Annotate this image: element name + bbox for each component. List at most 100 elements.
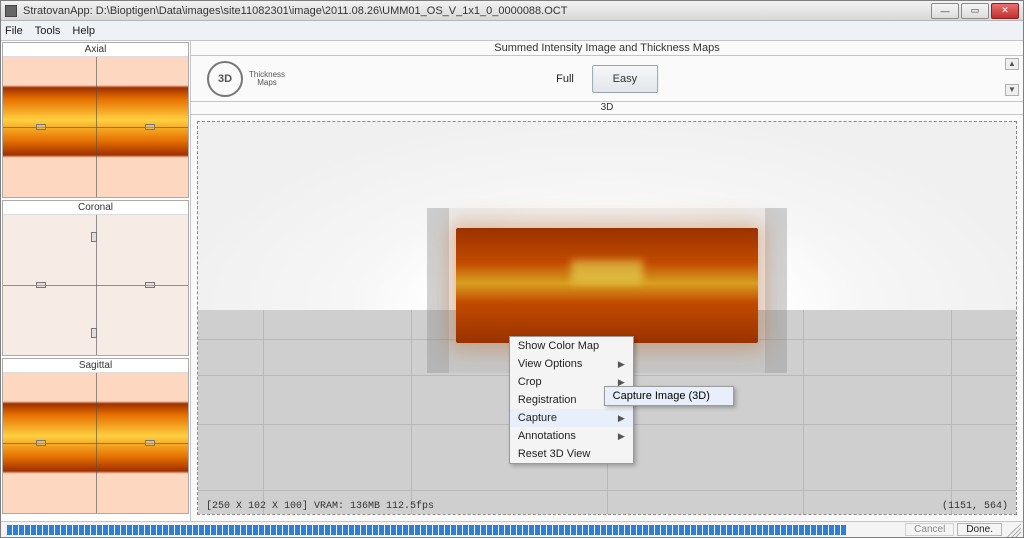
progress-tick [55,525,60,535]
full-label: Full [556,73,574,85]
progress-tick [175,525,180,535]
menu-help[interactable]: Help [72,25,95,37]
axial-view-block: Axial [2,42,189,198]
marker[interactable] [145,124,155,130]
app-window: StratovanApp: D:\Bioptigen\Data\images\s… [0,0,1024,538]
progress-tick [787,525,792,535]
progress-tick [199,525,204,535]
toolbar-center: Full Easy [556,65,658,93]
progress-tick [205,525,210,535]
progress-tick [79,525,84,535]
crosshair-v [96,373,97,513]
progress-tick [73,525,78,535]
progress-tick [679,525,684,535]
progress-tick [427,525,432,535]
progress-tick [589,525,594,535]
maximize-button[interactable]: ▭ [961,3,989,19]
progress-tick [139,525,144,535]
progress-tick [391,525,396,535]
volume-face-right [765,208,787,373]
progress-tick [115,525,120,535]
axial-image[interactable] [3,57,188,197]
progress-tick [181,525,186,535]
chevron-right-icon: ▶ [618,431,625,442]
marker[interactable] [36,124,46,130]
ctx-reset-3d-view[interactable]: Reset 3D View [510,445,633,463]
scroll-up-icon[interactable]: ▲ [1005,58,1019,70]
progress-tick [649,525,654,535]
marker[interactable] [91,328,97,338]
coronal-image[interactable] [3,215,188,355]
progress-tick [769,525,774,535]
titlebar: StratovanApp: D:\Bioptigen\Data\images\s… [1,1,1023,21]
progress-tick [835,525,840,535]
left-panel: Axial Coronal [1,41,191,521]
ctx-item-label: Show Color Map [518,340,599,352]
easy-button[interactable]: Easy [592,65,658,93]
progress-tick [355,525,360,535]
progress-tick [379,525,384,535]
progress-tick [505,525,510,535]
menu-tools[interactable]: Tools [35,25,61,37]
progress-tick [349,525,354,535]
sagittal-title: Sagittal [3,359,188,373]
ctx-item-label: Registration [518,394,577,406]
ctx-item-label: Capture [518,412,557,424]
progress-tick [565,525,570,535]
close-button[interactable]: ✕ [991,3,1019,19]
progress-tick [487,525,492,535]
progress-tick [475,525,480,535]
cancel-button[interactable]: Cancel [905,523,954,536]
window-title: StratovanApp: D:\Bioptigen\Data\images\s… [23,5,929,17]
progress-tick [319,525,324,535]
tool-3d-button[interactable]: 3D [207,61,243,97]
ctx-capture-image-3d[interactable]: Capture Image (3D) [605,387,733,405]
marker[interactable] [145,282,155,288]
progress-tick [781,525,786,535]
marker[interactable] [145,440,155,446]
resize-grip-icon[interactable] [1007,523,1021,537]
menubar: File Tools Help [1,21,1023,41]
progress-tick [481,525,486,535]
progress-tick [193,525,198,535]
progress-tick [187,525,192,535]
progress-tick [763,525,768,535]
coronal-view-block: Coronal [2,200,189,356]
progress-tick [373,525,378,535]
ctx-show-color-map[interactable]: Show Color Map [510,337,633,355]
ctx-view-options[interactable]: View Options ▶ [510,355,633,373]
marker[interactable] [36,282,46,288]
progress-tick [691,525,696,535]
menu-file[interactable]: File [5,25,23,37]
progress-tick [265,525,270,535]
ctx-capture[interactable]: Capture ▶ [510,409,633,427]
progress-tick [361,525,366,535]
marker[interactable] [91,232,97,242]
sub-title-3d: 3D [191,102,1023,115]
crosshair-v [96,57,97,197]
progress-tick [721,525,726,535]
progress-tick [523,525,528,535]
progress-tick [775,525,780,535]
progress-tick [271,525,276,535]
tool-thickness-button[interactable]: Thickness Maps [249,71,285,87]
progress-tick [37,525,42,535]
sagittal-image[interactable] [3,373,188,513]
progress-tick [661,525,666,535]
toolbar-scroll: ▲ ▼ [1005,58,1019,96]
progress-tick [301,525,306,535]
main-toolbar: 3D Thickness Maps Full Easy ▲ ▼ [191,56,1023,102]
progress-tick [13,525,18,535]
ctx-annotations[interactable]: Annotations ▶ [510,427,633,445]
progress-tick [229,525,234,535]
progress-tick [169,525,174,535]
progress-tick [613,525,618,535]
progress-tick [49,525,54,535]
progress-tick [559,525,564,535]
progress-tick [217,525,222,535]
progress-tick [547,525,552,535]
scroll-down-icon[interactable]: ▼ [1005,84,1019,96]
minimize-button[interactable]: — [931,3,959,19]
axial-title: Axial [3,43,188,57]
marker[interactable] [36,440,46,446]
